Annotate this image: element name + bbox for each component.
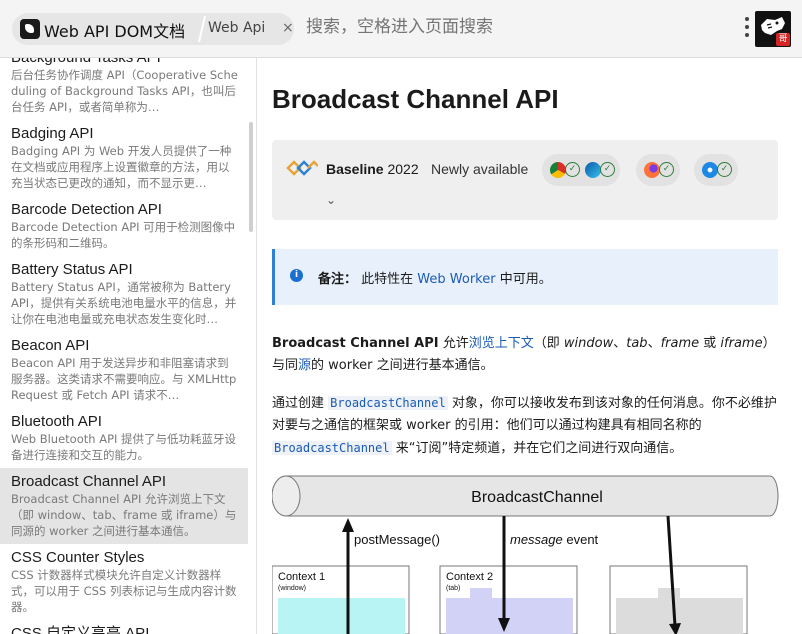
sidebar-item-beacon[interactable]: Beacon API Beacon API 用于发送异步和非阻塞请求到服务器。这… [0, 336, 248, 408]
search-input[interactable] [306, 17, 726, 37]
intro-paragraph: Broadcast Channel API 允许浏览上下文（即 window、t… [272, 336, 776, 373]
avatar[interactable]: 哥 [755, 11, 791, 47]
context1-sub: (window) [278, 585, 306, 592]
baseline-panel: Baseline 2022 Newly available ✓ ✓ ✓ ✓ ⌄ [272, 140, 778, 220]
check-icon: ✓ [717, 162, 732, 177]
browser-group-chromium[interactable]: ✓ ✓ [542, 154, 620, 186]
sidebar-item-battery-status[interactable]: Battery Status API Battery Status API，通常… [0, 260, 248, 332]
sidebar-item-title: CSS Counter Styles [11, 549, 145, 566]
avatar-badge: 哥 [776, 33, 790, 46]
baseline-label: Baseline 2022 [326, 161, 419, 177]
sidebar: Background Tasks API 后台任务协作调度 API（Cooper… [0, 58, 257, 634]
broadcastchannel-code[interactable]: BroadcastChannel [328, 396, 448, 410]
post-message-label: postMessage() [354, 532, 440, 547]
more-menu-icon[interactable] [744, 17, 750, 41]
main-content: Broadcast Channel API Baseline 2022 Newl… [258, 58, 802, 634]
origin-link[interactable]: 源 [298, 358, 311, 373]
check-icon: ✓ [659, 162, 674, 177]
sidebar-item-desc: CSS 计数器样式模块允许自定义计数器样式，可以用于 CSS 列表标记与生成内容… [11, 568, 237, 614]
app-logo-icon [20, 19, 40, 39]
page-title: Broadcast Channel API [272, 84, 559, 114]
top-bar: Web API DOM文档 Web Api × 哥 [0, 0, 802, 58]
baseline-icon [286, 160, 318, 176]
safari-icon [702, 162, 718, 178]
sidebar-item-title: Badging API [11, 125, 94, 142]
message-event-label: message event [510, 532, 599, 547]
close-icon[interactable]: × [282, 20, 294, 36]
browser-group-firefox[interactable]: ✓ [636, 154, 680, 186]
broadcast-channel-diagram: BroadcastChannel Context 1 (window) Cont… [272, 475, 779, 634]
sidebar-item-css-highlight[interactable]: CSS 自定义高亮 API [0, 624, 248, 634]
firefox-icon [644, 162, 660, 178]
channel-label: BroadcastChannel [471, 489, 603, 506]
edge-icon [585, 162, 601, 178]
sidebar-item-badging[interactable]: Badging API Badging API 为 Web 开发人员提供了一种在… [0, 124, 248, 196]
sidebar-item-desc: 后台任务协作调度 API（Cooperative Scheduling of B… [11, 68, 238, 114]
context2-sub: (tab) [446, 585, 460, 592]
web-worker-link[interactable]: Web Worker [417, 272, 495, 287]
sidebar-item-desc: Web Bluetooth API 提供了与低功耗蓝牙设备进行连接和交互的能力。 [11, 432, 237, 462]
sidebar-item-desc: Barcode Detection API 可用于检测图像中的条形码和二维码。 [11, 220, 236, 250]
context2-title: Context 2 [446, 571, 493, 583]
browser-group-safari[interactable]: ✓ [694, 154, 738, 186]
sidebar-item-broadcast-channel[interactable]: Broadcast Channel API Broadcast Channel … [0, 468, 248, 544]
sidebar-item-background-tasks[interactable]: Background Tasks API 后台任务协作调度 API（Cooper… [0, 58, 248, 118]
sidebar-item-title: Background Tasks API [11, 58, 240, 67]
browsing-context-link[interactable]: 浏览上下文 [469, 336, 534, 351]
detail-paragraph: 通过创建 BroadcastChannel 对象，你可以接收发布到该对象的任何消… [272, 396, 777, 456]
context1-title: Context 1 [278, 571, 325, 583]
sidebar-item-title: Broadcast Channel API [11, 473, 167, 490]
check-icon: ✓ [565, 162, 580, 177]
chrome-icon [550, 162, 566, 178]
note-callout: i 备注： 此特性在 Web Worker 中可用。 [272, 249, 778, 305]
sidebar-item-bluetooth[interactable]: Bluetooth API Web Bluetooth API 提供了与低功耗蓝… [0, 412, 248, 468]
doc-tab[interactable]: Web API DOM文档 Web Api × [12, 13, 294, 45]
sidebar-item-title: Barcode Detection API [11, 201, 162, 218]
sidebar-item-desc: Badging API 为 Web 开发人员提供了一种在文档或应用程序上设置徽章… [11, 144, 232, 190]
sidebar-item-title: Battery Status API [11, 261, 133, 278]
sidebar-item-title: Bluetooth API [11, 413, 102, 430]
sidebar-item-desc: Beacon API 用于发送异步和非阻塞请求到服务器。这类请求不需要响应。与 … [11, 356, 237, 402]
doc-tab-subtitle[interactable]: Web Api [208, 20, 265, 36]
sidebar-item-title: Beacon API [11, 337, 90, 354]
check-icon: ✓ [600, 162, 615, 177]
baseline-status: Newly available [431, 161, 529, 177]
chevron-down-icon[interactable]: ⌄ [326, 193, 336, 207]
sidebar-item-desc: Battery Status API，通常被称为 Battery API，提供有… [11, 280, 237, 326]
tab-separator-icon [198, 15, 206, 43]
sidebar-scrollbar[interactable] [249, 122, 253, 232]
sidebar-item-desc: Broadcast Channel API 允许浏览上下文（即 window、t… [11, 492, 237, 538]
note-text: 备注： 此特性在 Web Worker 中可用。 [318, 272, 552, 287]
sidebar-item-barcode-detection[interactable]: Barcode Detection API Barcode Detection … [0, 200, 248, 256]
sidebar-item-css-counter-styles[interactable]: CSS Counter Styles CSS 计数器样式模块允许自定义计数器样式… [0, 548, 248, 620]
broadcastchannel-code[interactable]: BroadcastChannel [272, 441, 392, 455]
doc-tab-title[interactable]: Web API DOM文档 [44, 18, 185, 42]
info-icon: i [290, 269, 303, 282]
sidebar-item-title: CSS 自定义高亮 API [11, 625, 150, 634]
